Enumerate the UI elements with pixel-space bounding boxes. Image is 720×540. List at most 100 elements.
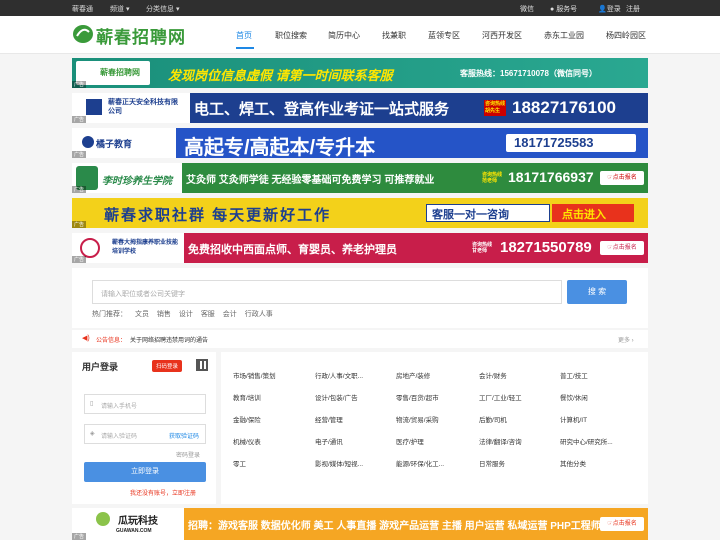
search-button[interactable]: 搜 索 — [567, 280, 627, 304]
login-link[interactable]: 👤登录 — [598, 4, 621, 14]
nav-home[interactable]: 首页 — [236, 30, 252, 41]
banner-slogan: 发现岗位信息虚假 请第一时间联系客服 — [168, 68, 393, 83]
category-item[interactable]: 医疗/护理 — [396, 436, 424, 446]
ad-tag: 广告 — [72, 186, 87, 193]
category-item[interactable]: 教育/培训 — [233, 392, 261, 402]
school-emblem-icon — [80, 238, 100, 258]
user-icon: 👤 — [598, 6, 607, 13]
banner-company: 瓜玩科技 — [118, 516, 158, 527]
category-item[interactable]: 计算机/IT — [560, 414, 587, 424]
category-item[interactable]: 房地产/装修 — [396, 370, 430, 380]
hot-keyword[interactable]: 文员 — [135, 311, 149, 318]
banner-slogan: 免费招收中西面点师、育婴员、养老护理员 — [188, 244, 397, 256]
category-menu[interactable]: 分类信息 ▾ — [146, 4, 179, 14]
chevron-down-icon: ▾ — [175, 6, 180, 13]
banner-company: 蕲春正天安全科技有限公司 — [108, 99, 178, 115]
category-item[interactable]: 法律/翻译/咨询 — [479, 436, 522, 446]
hot-keyword[interactable]: 会计 — [223, 311, 237, 318]
banner-signup-button[interactable]: ☞点击报名 — [600, 241, 644, 255]
banner-company: 李时珍养生学院 — [102, 176, 172, 187]
channel-menu[interactable]: 频道 ▾ — [110, 4, 129, 14]
nav-chidong-park[interactable]: 赤东工业园 — [544, 30, 584, 41]
category-item[interactable]: 研究中心/研究所... — [560, 436, 613, 446]
category-item[interactable]: 电子/通讯 — [315, 436, 343, 446]
banner-job-community[interactable]: 蕲春求职社群 每天更新好工作 客服一对一咨询 点击进入 广告 — [72, 198, 648, 228]
orange-logo-icon — [82, 136, 94, 148]
banner-education[interactable]: 橘子教育 高起专/高起本/专升本 18171725583 广告 — [72, 128, 648, 158]
company-logo-icon — [86, 99, 102, 115]
banner-slogan: 艾灸师 艾灸师学徒 无经验零基础可免费学习 可推荐就业 — [186, 175, 435, 186]
chevron-down-icon: ▾ — [125, 6, 130, 13]
nav-job-search[interactable]: 职位搜索 — [275, 30, 307, 41]
hot-label: 热门推荐： — [92, 311, 127, 318]
megaphone-icon: ◀) — [82, 335, 90, 342]
nav-part-time[interactable]: 找兼职 — [382, 30, 406, 41]
banner-company: 蕲春大拇指康养职业技能培训学校 — [112, 240, 179, 255]
category-item[interactable]: 日常服务 — [479, 458, 505, 468]
category-item[interactable]: 餐饮/休闲 — [560, 392, 588, 402]
category-item[interactable]: 物流/贸易/采购 — [396, 414, 439, 424]
nav-active-indicator — [236, 47, 254, 49]
category-item[interactable]: 零售/百货/超市 — [396, 392, 439, 402]
notice-link[interactable]: 关于网络招聘违禁用词的通告 — [130, 335, 208, 344]
ad-tag: 广告 — [72, 151, 87, 158]
service-account-link[interactable]: ● 服务号 — [550, 4, 577, 14]
notice-more-link[interactable]: 更多 › — [618, 335, 634, 344]
hot-keyword[interactable]: 销售 — [157, 311, 171, 318]
nav-resume-center[interactable]: 简历中心 — [328, 30, 360, 41]
nav-hexi-zone[interactable]: 河西开发区 — [482, 30, 522, 41]
category-item[interactable]: 能源/环保/化工... — [396, 458, 444, 468]
banner-moxibustion-school[interactable]: 李时珍养生学院 艾灸师 艾灸师学徒 无经验零基础可免费学习 可推荐就业 咨询热线… — [72, 163, 648, 193]
category-item[interactable]: 影视/媒体/短视... — [315, 458, 363, 468]
guawan-logo-icon — [96, 512, 110, 526]
category-item[interactable]: 其他分类 — [560, 458, 586, 468]
code-input[interactable]: ◈ 请输入验证码 获取验证码 — [84, 424, 206, 444]
qr-login-tab[interactable]: 扫码登录 — [152, 360, 183, 372]
category-item[interactable]: 后勤/司机 — [479, 414, 507, 424]
register-link[interactable]: 我还没有账号，立即注册 — [130, 488, 196, 497]
category-item[interactable]: 行政/人事/文职... — [315, 370, 363, 380]
banner-vocational-school[interactable]: 蕲春大拇指康养职业技能培训学校 免费招收中西面点师、育婴员、养老护理员 咨询热线… — [72, 233, 648, 263]
banner-guawan-tech[interactable]: 瓜玩科技 GUAWAN.COM 招聘：游戏客服 数据优化师 美工 人事直播 游戏… — [72, 508, 648, 540]
phone-input[interactable]: ▯ 请输入手机号 — [84, 394, 206, 414]
nav-blue-collar[interactable]: 蓝领专区 — [428, 30, 460, 41]
banner-signup-button[interactable]: ☞点击报名 — [600, 517, 644, 531]
qr-code-icon[interactable] — [196, 359, 208, 371]
top-bar: 蕲春通 频道 ▾ 分类信息 ▾ 微信 ● 服务号 👤登录 注册 — [0, 0, 720, 16]
banner-phone: 18171766937 — [508, 169, 594, 185]
site-link[interactable]: 蕲春通 — [72, 4, 93, 14]
wechat-link[interactable]: 微信 — [520, 4, 534, 14]
notice-bar: ◀) 公告信息： 关于网络招聘违禁用词的通告 更多 › — [72, 330, 648, 348]
category-item[interactable]: 设计/包装/广告 — [315, 392, 358, 402]
category-item[interactable]: 工厂/工业/轻工 — [479, 392, 522, 402]
register-link[interactable]: 注册 — [626, 4, 640, 14]
banner-enter-button[interactable]: 点击进入 — [562, 206, 606, 222]
hot-keyword[interactable]: 设计 — [179, 311, 193, 318]
search-input[interactable]: 请输入职位或者公司关键字 — [92, 280, 562, 304]
banner-safety-training[interactable]: 蕲春正天安全科技有限公司 电工、焊工、登高作业考证一站式服务 咨询热线 胡先生 … — [72, 93, 648, 123]
banner-fraud-notice[interactable]: 蕲春招聘网 发现岗位信息虚假 请第一时间联系客服 客服热线：1567171007… — [72, 58, 648, 88]
category-item[interactable]: 零工 — [233, 458, 246, 468]
get-code-button[interactable]: 获取验证码 — [169, 431, 199, 440]
category-item[interactable]: 机械/仪表 — [233, 436, 261, 446]
hot-keyword[interactable]: 客服 — [201, 311, 215, 318]
password-login-link[interactable]: 密码登录 — [176, 450, 200, 459]
category-item[interactable]: 普工/技工 — [560, 370, 588, 380]
banner-signup-button[interactable]: ☞点击报名 — [600, 171, 644, 185]
site-logo[interactable]: 蕲春招聘网 — [96, 23, 186, 48]
category-item[interactable]: 市场/销售/策划 — [233, 370, 276, 380]
category-item[interactable]: 会计/财务 — [479, 370, 507, 380]
nav-yangsiling-park[interactable]: 杨四岭园区 — [606, 30, 646, 41]
login-panel: 用户登录 扫码登录 ▯ 请输入手机号 ◈ 请输入验证码 获取验证码 密码登录 立即登录… — [72, 352, 216, 504]
hot-keyword[interactable]: 行政人事 — [245, 311, 273, 318]
banner-phone: 18271550789 — [500, 239, 592, 256]
category-item[interactable]: 金融/保险 — [233, 414, 261, 424]
banner-company: 橘子教育 — [96, 139, 133, 149]
banner-consult: 客服一对一咨询 — [432, 209, 509, 221]
hot-keywords: 热门推荐： 文员 销售 设计 客服 会计 行政人事 — [92, 309, 279, 319]
ad-tag: 广告 — [72, 256, 87, 263]
banner-slogan: 招聘：游戏客服 数据优化师 美工 人事直播 游戏产品运营 主播 用户运营 私域运… — [188, 521, 601, 532]
notice-label: 公告信息： — [96, 338, 127, 344]
login-submit-button[interactable]: 立即登录 — [84, 462, 206, 482]
category-item[interactable]: 经营/管理 — [315, 414, 343, 424]
